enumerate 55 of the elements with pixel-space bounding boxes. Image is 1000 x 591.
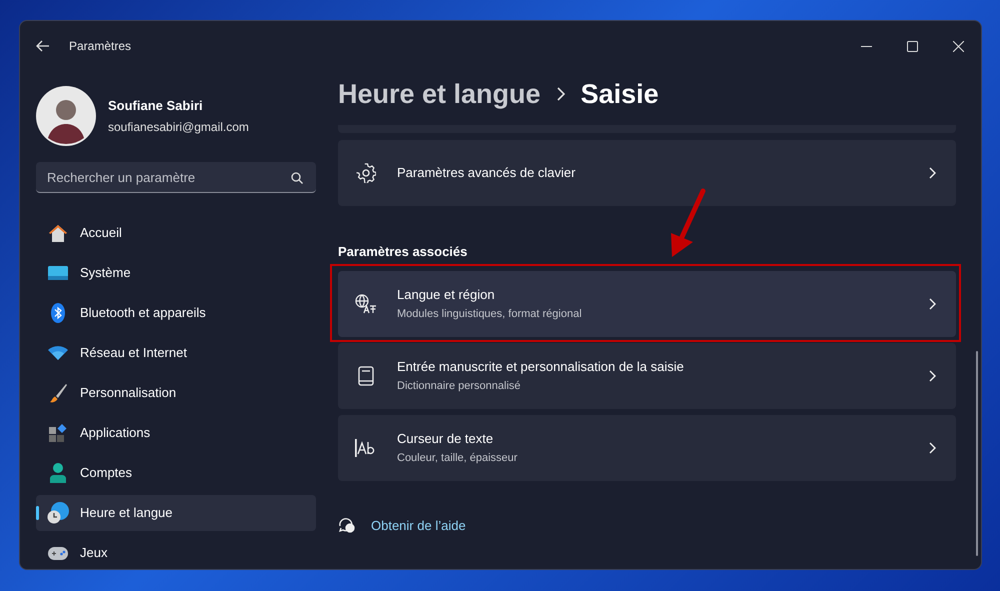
bluetooth-icon — [51, 303, 65, 323]
chevron-right-icon — [929, 370, 936, 382]
settings-card[interactable]: Paramètres avancés de clavier — [338, 140, 956, 206]
chevron-right-icon — [556, 87, 565, 101]
person-icon — [50, 463, 66, 483]
annotation-arrow — [668, 186, 708, 258]
search-icon — [291, 172, 303, 184]
settings-card[interactable]: Curseur de texte Couleur, taille, épaisseur — [338, 414, 956, 480]
app-tiles-icon — [49, 424, 67, 442]
selection-indicator — [36, 506, 39, 520]
close-icon — [952, 40, 964, 52]
nav-item[interactable]: Comptes — [36, 455, 316, 491]
monitor-icon — [48, 266, 68, 280]
nav-item[interactable]: Jeux — [36, 535, 316, 569]
nav-item[interactable]: Personnalisation — [36, 375, 316, 411]
gear-icon — [356, 163, 376, 183]
chevron-right-icon — [929, 442, 936, 454]
account-email: soufianesabiri@gmail.com — [108, 118, 249, 136]
settings-card[interactable]: Entrée manuscrite et personnalisation de la saisie Dictionnaire personnalisé — [338, 342, 956, 408]
paintbrush-icon — [49, 383, 67, 403]
card-subtitle: Couleur, taille, épaisseur — [397, 451, 518, 466]
maximize-icon — [906, 40, 918, 52]
card-subtitle: Modules linguistiques, format régional — [397, 307, 583, 322]
text-cursor-icon — [355, 438, 377, 456]
avatar-silhouette-icon — [36, 86, 96, 146]
nav-item[interactable]: Applications — [36, 415, 316, 451]
nav-item[interactable]: Accueil — [36, 215, 316, 251]
window-title: Paramètres — [69, 38, 132, 55]
help-link[interactable]: Obtenir de l’aide — [371, 516, 466, 535]
book-icon — [358, 366, 374, 386]
search-field[interactable]: Rechercher un paramètre — [36, 162, 316, 193]
globe-letters-icon — [355, 294, 377, 314]
settings-card[interactable]: Langue et région Modules linguistiques, format régional — [338, 270, 956, 336]
card-title: Langue et région — [397, 286, 496, 304]
card-subtitle: Dictionnaire personnalisé — [397, 379, 522, 394]
house-icon — [48, 224, 68, 242]
globe-clock-icon — [47, 502, 69, 524]
scrollbar-thumb[interactable] — [976, 351, 978, 556]
account-name: Soufiane Sabiri — [108, 97, 204, 116]
page-title: Saisie — [580, 78, 659, 111]
help-chat-icon — [338, 517, 355, 534]
card-title: Curseur de texte — [397, 430, 494, 448]
nav-item[interactable]: Réseau et Internet — [36, 335, 316, 371]
breadcrumb-parent[interactable]: Heure et langue — [338, 74, 541, 114]
wifi-icon — [48, 346, 68, 360]
nav-item[interactable]: Bluetooth et appareils — [36, 295, 316, 331]
chevron-right-icon — [929, 298, 936, 310]
gamepad-icon — [48, 546, 68, 560]
card-title: Paramètres avancés de clavier — [397, 164, 576, 182]
nav-item[interactable]: Système — [36, 255, 316, 291]
nav-item[interactable]: Heure et langue — [36, 495, 316, 531]
chevron-right-icon — [929, 167, 936, 179]
section-heading: Paramètres associés — [338, 243, 468, 261]
back-button[interactable] — [36, 39, 50, 53]
card-title: Entrée manuscrite et personnalisation de la saisie — [397, 358, 685, 376]
